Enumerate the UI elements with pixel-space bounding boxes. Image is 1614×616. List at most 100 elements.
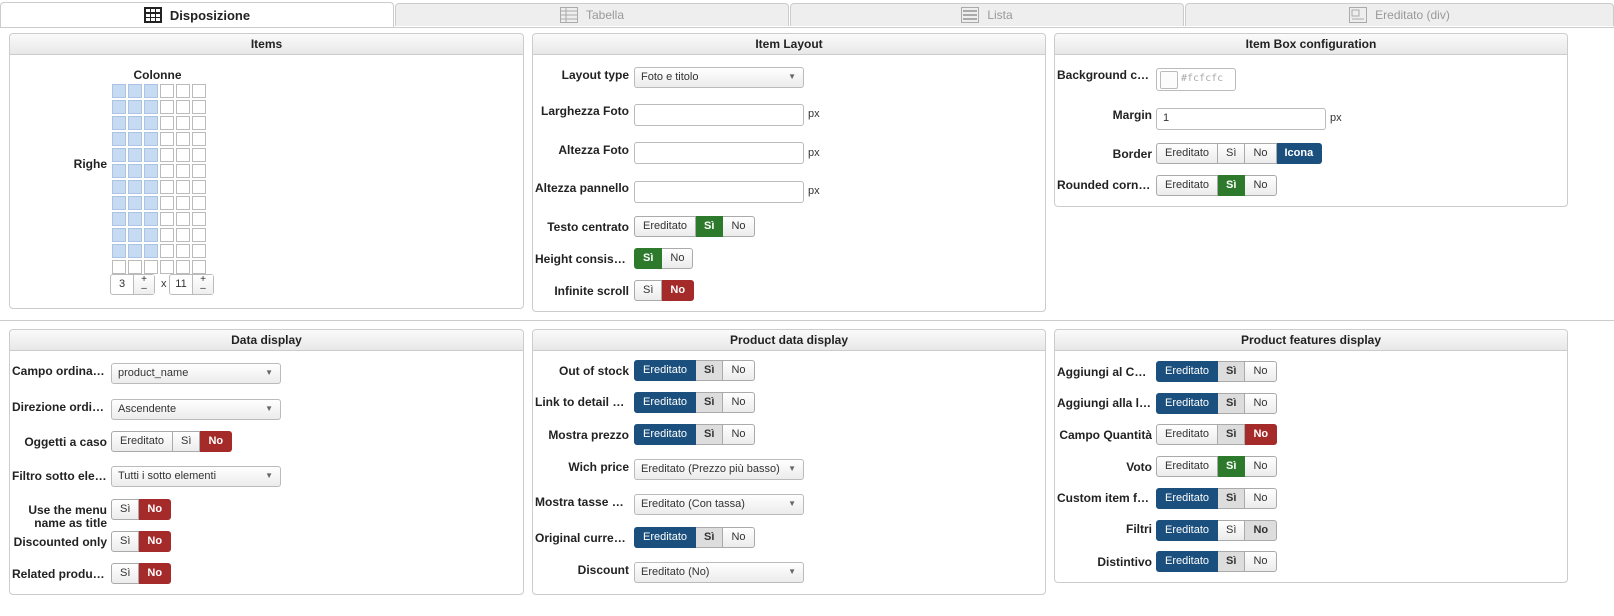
- discount-select[interactable]: Ereditato (No) ▼: [634, 562, 804, 583]
- background-color-picker[interactable]: #fcfcfc: [1156, 68, 1236, 91]
- grid-cell[interactable]: [112, 132, 126, 146]
- ereditato-option[interactable]: Ereditato: [1156, 488, 1219, 509]
- si-option[interactable]: Sì: [111, 531, 140, 552]
- ereditato-option[interactable]: Ereditato: [1156, 520, 1219, 541]
- grid-cell[interactable]: [112, 164, 126, 178]
- no-option[interactable]: No: [139, 499, 172, 520]
- grid-cell[interactable]: [192, 212, 206, 226]
- si-option[interactable]: Sì: [1218, 393, 1246, 414]
- grid-cell[interactable]: [112, 212, 126, 226]
- columns-stepper[interactable]: 3 + –: [110, 274, 155, 295]
- grid-cell[interactable]: [192, 196, 206, 210]
- si-option[interactable]: Sì: [696, 360, 724, 381]
- ereditato-option[interactable]: Ereditato: [111, 431, 174, 452]
- grid-cell[interactable]: [128, 196, 142, 210]
- filtro-sotto-elementi-select[interactable]: Tutti i sotto elementi ▼: [111, 466, 281, 487]
- no-option[interactable]: No: [723, 527, 755, 548]
- grid-cell[interactable]: [176, 164, 190, 178]
- grid-cell[interactable]: [160, 180, 174, 194]
- icona-option[interactable]: Icona: [1276, 143, 1323, 164]
- color-swatch[interactable]: [1160, 71, 1178, 89]
- rows-minus-button[interactable]: –: [193, 284, 213, 294]
- grid-cell[interactable]: [144, 84, 158, 98]
- campo-ordinamento-select[interactable]: product_name ▼: [111, 363, 281, 384]
- no-option[interactable]: No: [723, 360, 755, 381]
- grid-cell[interactable]: [160, 116, 174, 130]
- grid-cell[interactable]: [160, 100, 174, 114]
- layout-type-select[interactable]: Foto e titolo ▼: [634, 67, 804, 88]
- grid-cell[interactable]: [128, 148, 142, 162]
- grid-cell[interactable]: [144, 260, 158, 274]
- grid-cell[interactable]: [112, 260, 126, 274]
- si-option[interactable]: Sì: [634, 248, 663, 269]
- grid-cell[interactable]: [128, 100, 142, 114]
- grid-cell[interactable]: [192, 244, 206, 258]
- no-option[interactable]: No: [1245, 456, 1277, 477]
- grid-cell[interactable]: [176, 100, 190, 114]
- no-option[interactable]: No: [200, 431, 233, 452]
- no-option[interactable]: No: [1245, 520, 1278, 541]
- ereditato-option[interactable]: Ereditato: [1156, 393, 1219, 414]
- grid-cell[interactable]: [176, 260, 190, 274]
- no-option[interactable]: No: [723, 392, 755, 413]
- si-option[interactable]: Sì: [1218, 551, 1246, 572]
- si-option[interactable]: Sì: [696, 392, 724, 413]
- grid-cell[interactable]: [160, 84, 174, 98]
- no-option[interactable]: No: [662, 280, 695, 301]
- ereditato-option[interactable]: Ereditato: [1156, 361, 1219, 382]
- direzione-ordinamento-select[interactable]: Ascendente ▼: [111, 399, 281, 420]
- mostra-tasse-select[interactable]: Ereditato (Con tassa) ▼: [634, 494, 804, 515]
- grid-cell[interactable]: [128, 116, 142, 130]
- ereditato-option[interactable]: Ereditato: [634, 392, 697, 413]
- si-option[interactable]: Sì: [1218, 456, 1246, 477]
- grid-cell[interactable]: [112, 228, 126, 242]
- si-option[interactable]: Sì: [1218, 175, 1246, 196]
- margin-input[interactable]: 1: [1156, 108, 1326, 130]
- tab-ereditato-div[interactable]: Ereditato (div): [1185, 3, 1614, 26]
- grid-cell[interactable]: [112, 196, 126, 210]
- si-option[interactable]: Sì: [173, 431, 201, 452]
- grid-cell[interactable]: [128, 212, 142, 226]
- grid-cell[interactable]: [144, 212, 158, 226]
- ereditato-option[interactable]: Ereditato: [1156, 456, 1219, 477]
- grid-cell[interactable]: [144, 196, 158, 210]
- ereditato-option[interactable]: Ereditato: [634, 360, 697, 381]
- si-option[interactable]: Sì: [1218, 361, 1246, 382]
- larghezza-foto-input[interactable]: [634, 104, 804, 126]
- ereditato-option[interactable]: Ereditato: [1156, 551, 1219, 572]
- si-option[interactable]: Sì: [634, 280, 663, 301]
- grid-cell[interactable]: [192, 148, 206, 162]
- grid-cell[interactable]: [176, 116, 190, 130]
- layout-grid[interactable]: [112, 84, 206, 274]
- wich-price-select[interactable]: Ereditato (Prezzo più basso) ▼: [634, 459, 804, 480]
- grid-cell[interactable]: [176, 244, 190, 258]
- grid-cell[interactable]: [176, 228, 190, 242]
- grid-cell[interactable]: [160, 148, 174, 162]
- si-option[interactable]: Sì: [1218, 424, 1246, 445]
- no-option[interactable]: No: [1245, 143, 1277, 164]
- grid-cell[interactable]: [144, 116, 158, 130]
- grid-cell[interactable]: [192, 132, 206, 146]
- grid-cell[interactable]: [160, 132, 174, 146]
- grid-cell[interactable]: [160, 260, 174, 274]
- grid-cell[interactable]: [144, 228, 158, 242]
- columns-minus-button[interactable]: –: [134, 284, 154, 294]
- grid-cell[interactable]: [160, 164, 174, 178]
- si-option[interactable]: Sì: [696, 527, 724, 548]
- grid-cell[interactable]: [144, 148, 158, 162]
- grid-cell[interactable]: [176, 180, 190, 194]
- grid-cell[interactable]: [160, 196, 174, 210]
- no-option[interactable]: No: [723, 216, 755, 237]
- tab-tabella[interactable]: Tabella: [395, 3, 789, 26]
- no-option[interactable]: No: [1245, 361, 1277, 382]
- grid-cell[interactable]: [192, 260, 206, 274]
- altezza-foto-input[interactable]: [634, 142, 804, 164]
- no-option[interactable]: No: [1245, 424, 1278, 445]
- grid-cell[interactable]: [128, 84, 142, 98]
- grid-cell[interactable]: [128, 132, 142, 146]
- no-option[interactable]: No: [1245, 551, 1277, 572]
- no-option[interactable]: No: [662, 248, 694, 269]
- si-option[interactable]: Sì: [111, 499, 140, 520]
- grid-cell[interactable]: [192, 180, 206, 194]
- grid-cell[interactable]: [112, 100, 126, 114]
